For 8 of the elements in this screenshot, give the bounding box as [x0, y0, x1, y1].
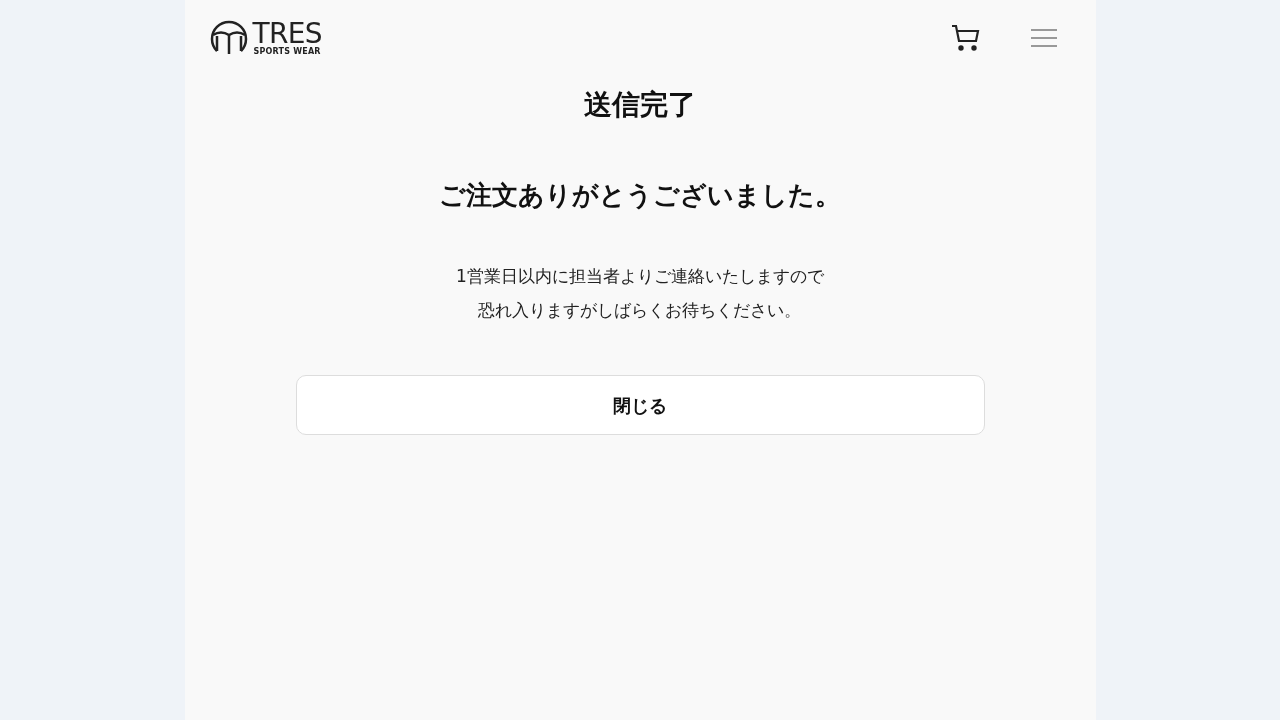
logo-text: TRES — [252, 20, 322, 48]
cart-icon[interactable] — [949, 23, 982, 53]
thanks-heading: ご注文ありがとうございました。 — [439, 179, 841, 212]
menu-icon[interactable] — [1029, 27, 1058, 49]
logo-tagline: SPORTS WEAR — [253, 48, 321, 56]
page-title: 送信完了 — [584, 87, 696, 123]
message-text: 1営業日以内に担当者よりご連絡いたしますので 恐れ入りますがしばらくお待ちください。 — [456, 265, 824, 322]
close-button[interactable]: 閉じる — [295, 375, 985, 435]
